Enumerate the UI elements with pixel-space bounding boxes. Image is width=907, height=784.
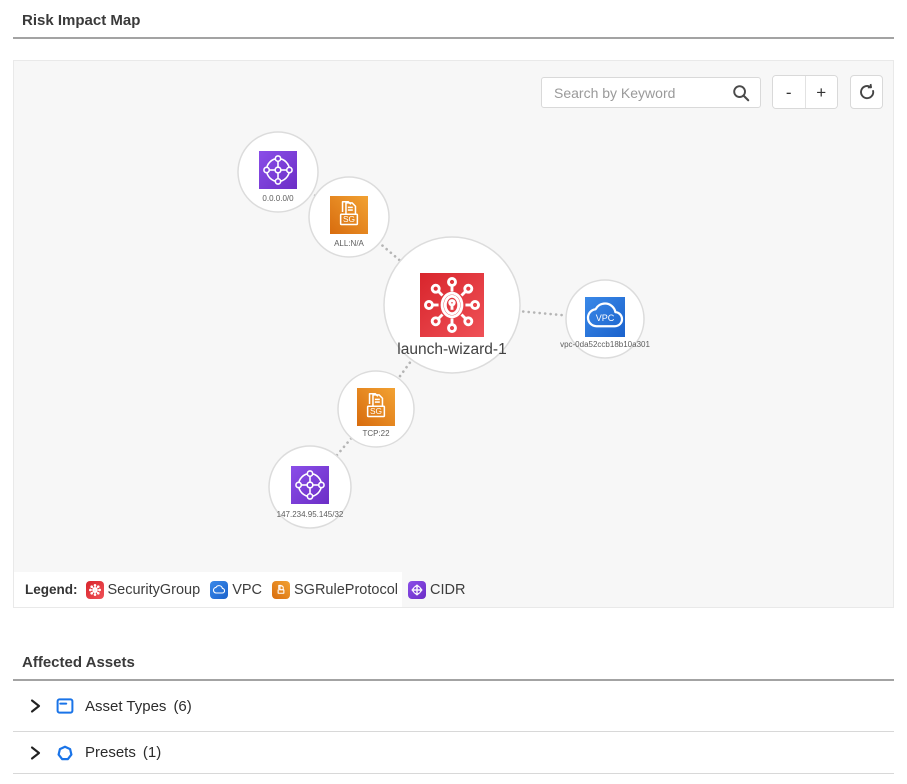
search-icon[interactable]: [732, 84, 751, 103]
legend-item-vpc: VPC: [210, 581, 262, 599]
legend-item-cidr: CIDR: [408, 581, 465, 599]
node-sg-rule-all[interactable]: SG ALL:N/A: [309, 177, 389, 257]
svg-text:SG: SG: [343, 214, 355, 224]
refresh-button[interactable]: [850, 75, 883, 109]
presets-icon: [55, 743, 75, 763]
asset-types-icon: [55, 696, 75, 716]
node-label: ALL:N/A: [334, 239, 364, 248]
title-divider: [13, 37, 894, 39]
legend-item-label: VPC: [232, 582, 262, 598]
node-launch-wizard-1[interactable]: launch-wizard-1: [384, 237, 520, 373]
legend-item-label: CIDR: [430, 582, 465, 598]
node-cidr-any[interactable]: 0.0.0.0/0: [238, 132, 318, 212]
legend-item-sgruleprotocol: SGRuleProtocol: [272, 581, 398, 599]
cidr-icon: [408, 581, 426, 599]
chevron-right-icon[interactable]: [28, 745, 42, 761]
node-cidr-ip[interactable]: 147.234.95.145/32: [269, 446, 351, 528]
node-sg-rule-tcp-22[interactable]: SG TCP:22: [338, 371, 414, 447]
sg-rule-protocol-icon: [272, 581, 290, 599]
heptagon-shape: [59, 746, 72, 758]
security-group-icon: [86, 581, 104, 599]
node-label: vpc-0da52ccb18b10a301: [560, 340, 650, 349]
node-label: 147.234.95.145/32: [277, 510, 344, 519]
map-toolbar: - +: [541, 75, 883, 109]
affected-assets-title: Affected Assets: [13, 654, 894, 679]
zoom-in-button[interactable]: +: [806, 76, 838, 108]
node-label: 0.0.0.0/0: [262, 194, 294, 203]
vpc-icon: [210, 581, 228, 599]
page-title: Risk Impact Map: [13, 0, 894, 37]
asset-row-count: (6): [173, 698, 191, 715]
legend: Legend: SecurityGroup VPC SGRuleProtocol…: [14, 572, 402, 607]
legend-item-label: SGRuleProtocol: [294, 582, 398, 598]
zoom-out-button[interactable]: -: [773, 76, 806, 108]
asset-row-label: Presets: [85, 744, 136, 761]
chevron-right-icon[interactable]: [28, 698, 42, 714]
asset-row-label: Asset Types: [85, 698, 166, 715]
risk-map-canvas[interactable]: 0.0.0.0/0 SG ALL:N/A launch-wizard-1 VPC vpc-…: [13, 60, 894, 608]
svg-text:SG: SG: [370, 406, 382, 416]
zoom-controls: - +: [772, 75, 838, 109]
page: Risk Impact Map 0.0.0.0/0 SG ALL:N/A launch…: [0, 0, 907, 774]
legend-label: Legend:: [25, 582, 78, 597]
node-label: TCP:22: [362, 429, 390, 438]
asset-types-row[interactable]: Asset Types (6): [13, 681, 894, 732]
refresh-icon: [857, 82, 877, 102]
asset-row-count: (1): [143, 744, 161, 761]
node-vpc[interactable]: VPC vpc-0da52ccb18b10a301: [560, 280, 650, 358]
legend-item-securitygroup: SecurityGroup: [86, 581, 201, 599]
node-label: launch-wizard-1: [397, 341, 506, 358]
legend-item-label: SecurityGroup: [108, 582, 201, 598]
search-input[interactable]: [542, 78, 760, 107]
risk-impact-graph[interactable]: 0.0.0.0/0 SG ALL:N/A launch-wizard-1 VPC vpc-…: [14, 61, 893, 607]
svg-text:VPC: VPC: [596, 313, 615, 323]
presets-row[interactable]: Presets (1): [13, 732, 894, 774]
search-box[interactable]: [541, 77, 761, 108]
